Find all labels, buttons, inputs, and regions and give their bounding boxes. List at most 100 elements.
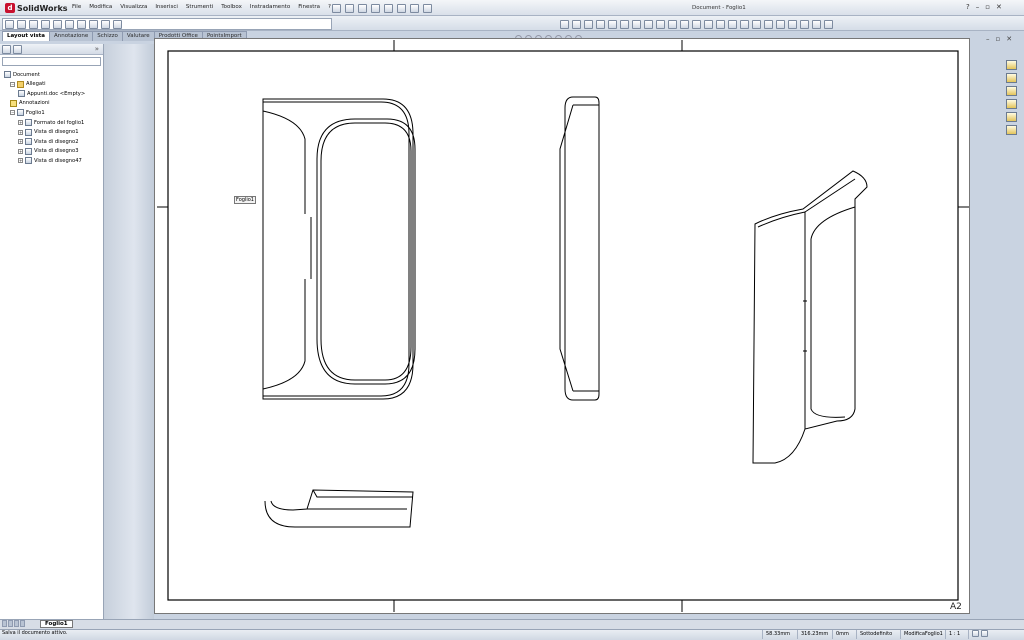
custom-properties-icon[interactable] — [1006, 125, 1017, 135]
alternate-position-icon[interactable] — [101, 19, 110, 29]
menu-inserisci[interactable]: Inserisci — [155, 4, 178, 10]
tree-node[interactable]: Document — [4, 71, 40, 78]
tab-valutare[interactable]: Valutare — [121, 31, 155, 41]
print-icon[interactable] — [384, 3, 393, 13]
menu-visualizza[interactable]: Visualizza — [120, 4, 147, 10]
tree-node[interactable]: − Foglio1 — [10, 109, 45, 117]
crop-view-icon[interactable] — [77, 19, 86, 29]
doc-close-icon[interactable]: ✕ — [1006, 35, 1012, 43]
options-icon[interactable] — [423, 3, 432, 13]
section-view-icon[interactable] — [41, 19, 50, 29]
status-scale[interactable]: 1 : 1 — [945, 630, 960, 639]
rebuild-icon[interactable] — [410, 3, 419, 13]
tree-filter-input[interactable] — [2, 57, 101, 66]
projected-view-icon[interactable] — [17, 19, 26, 29]
broken-view-icon[interactable] — [65, 19, 74, 29]
property-manager-icon[interactable] — [13, 44, 22, 54]
tree-node[interactable]: Appunti.doc <Empty> — [18, 90, 85, 98]
isometric-view[interactable] — [752, 170, 868, 464]
save-icon[interactable] — [371, 3, 380, 13]
new-document-icon[interactable] — [345, 3, 354, 13]
tree-node[interactable]: + Formato del foglio1 — [18, 119, 84, 126]
table-icon[interactable] — [824, 19, 833, 29]
tree-node[interactable]: Annotazioni — [10, 99, 50, 107]
side-view[interactable] — [559, 96, 600, 401]
tree-node[interactable]: + Vista di disegno1 — [18, 128, 79, 136]
note-icon[interactable] — [752, 19, 761, 29]
hole-callout-icon[interactable] — [800, 19, 809, 29]
close-icon[interactable]: ✕ — [996, 3, 1002, 11]
next-sheet-icon[interactable] — [14, 620, 19, 627]
file-explorer-icon[interactable] — [1006, 86, 1017, 96]
panel-splitter[interactable] — [104, 44, 154, 619]
weld-symbol-icon[interactable] — [788, 19, 797, 29]
last-sheet-icon[interactable] — [20, 620, 25, 627]
quick-tips-icon[interactable] — [972, 630, 979, 637]
pin-icon[interactable] — [332, 3, 341, 13]
rectangle-icon[interactable] — [620, 19, 629, 29]
tree-node[interactable]: + Vista di disegno3 — [18, 147, 79, 155]
front-view[interactable] — [262, 98, 416, 400]
smart-dimension-icon[interactable] — [596, 19, 605, 29]
feature-tree-icon[interactable] — [2, 44, 11, 54]
menu-modifica[interactable]: Modifica — [89, 4, 112, 10]
point-icon[interactable] — [692, 19, 701, 29]
model-view-icon[interactable] — [5, 19, 14, 29]
tree-node[interactable]: + Vista di disegno47 — [18, 157, 82, 165]
help-icon[interactable]: ? — [966, 3, 970, 11]
menu-help[interactable]: ? — [328, 4, 331, 10]
menu-toolbox[interactable]: Toolbox — [221, 4, 242, 10]
design-library-icon[interactable] — [1006, 73, 1017, 83]
line-thickness-icon[interactable] — [584, 19, 593, 29]
auxiliary-view-icon[interactable] — [29, 19, 38, 29]
fillet-icon[interactable] — [680, 19, 689, 29]
top-view[interactable] — [264, 489, 414, 528]
view-palette-icon[interactable] — [1006, 99, 1017, 109]
tree-node[interactable]: − Allegati — [10, 80, 46, 88]
collapse-chevron-icon[interactable]: » — [95, 45, 99, 53]
circle-icon[interactable] — [632, 19, 641, 29]
solidworks-resources-icon[interactable] — [1006, 60, 1017, 70]
line-icon[interactable] — [608, 19, 617, 29]
menu-strumenti[interactable]: Strumenti — [186, 4, 213, 10]
collapse-icon[interactable]: − — [10, 81, 15, 87]
spline-icon[interactable] — [656, 19, 665, 29]
doc-minimize-icon[interactable]: – — [986, 35, 990, 43]
minimize-icon[interactable]: – — [976, 3, 980, 11]
app-logo[interactable]: ⅾ SolidWorks — [2, 2, 71, 14]
tab-layout-vista[interactable]: Layout vista — [2, 31, 50, 41]
drawing-sheet[interactable] — [154, 38, 970, 614]
datum-icon[interactable] — [812, 19, 821, 29]
detail-view-icon[interactable] — [53, 19, 62, 29]
line-format-icon[interactable] — [572, 19, 581, 29]
expand-icon[interactable]: + — [18, 139, 23, 145]
collapse-icon[interactable]: − — [10, 110, 15, 116]
appearances-icon[interactable] — [1006, 112, 1017, 122]
undo-icon[interactable] — [397, 3, 406, 13]
layer-icon[interactable] — [560, 19, 569, 29]
expand-icon[interactable]: + — [18, 148, 23, 154]
mirror-icon[interactable] — [740, 19, 749, 29]
break-alignment-icon[interactable] — [113, 19, 122, 29]
standard-3-view-icon[interactable] — [89, 19, 98, 29]
trim-icon[interactable] — [716, 19, 725, 29]
first-sheet-icon[interactable] — [2, 620, 7, 627]
surface-finish-icon[interactable] — [776, 19, 785, 29]
restore-icon[interactable]: ▫ — [985, 3, 990, 11]
tree-node[interactable]: + Vista di disegno2 — [18, 138, 79, 146]
tab-annotazione[interactable]: Annotazione — [48, 31, 94, 41]
tab-schizzo[interactable]: Schizzo — [92, 31, 123, 41]
arc-icon[interactable] — [644, 19, 653, 29]
expand-icon[interactable]: + — [18, 129, 23, 135]
rebuild-status-icon[interactable] — [980, 630, 988, 637]
menu-instradamento[interactable]: Instradamento — [250, 4, 290, 10]
centerline-icon[interactable] — [704, 19, 713, 29]
expand-icon[interactable]: + — [18, 120, 23, 125]
prev-sheet-icon[interactable] — [8, 620, 13, 627]
expand-icon[interactable]: + — [18, 158, 23, 164]
menu-file[interactable]: File — [72, 4, 81, 10]
open-folder-icon[interactable] — [358, 3, 367, 13]
offset-icon[interactable] — [728, 19, 737, 29]
sheet-tab-foglio1[interactable]: Foglio1 — [40, 620, 73, 628]
balloon-icon[interactable] — [764, 19, 773, 29]
